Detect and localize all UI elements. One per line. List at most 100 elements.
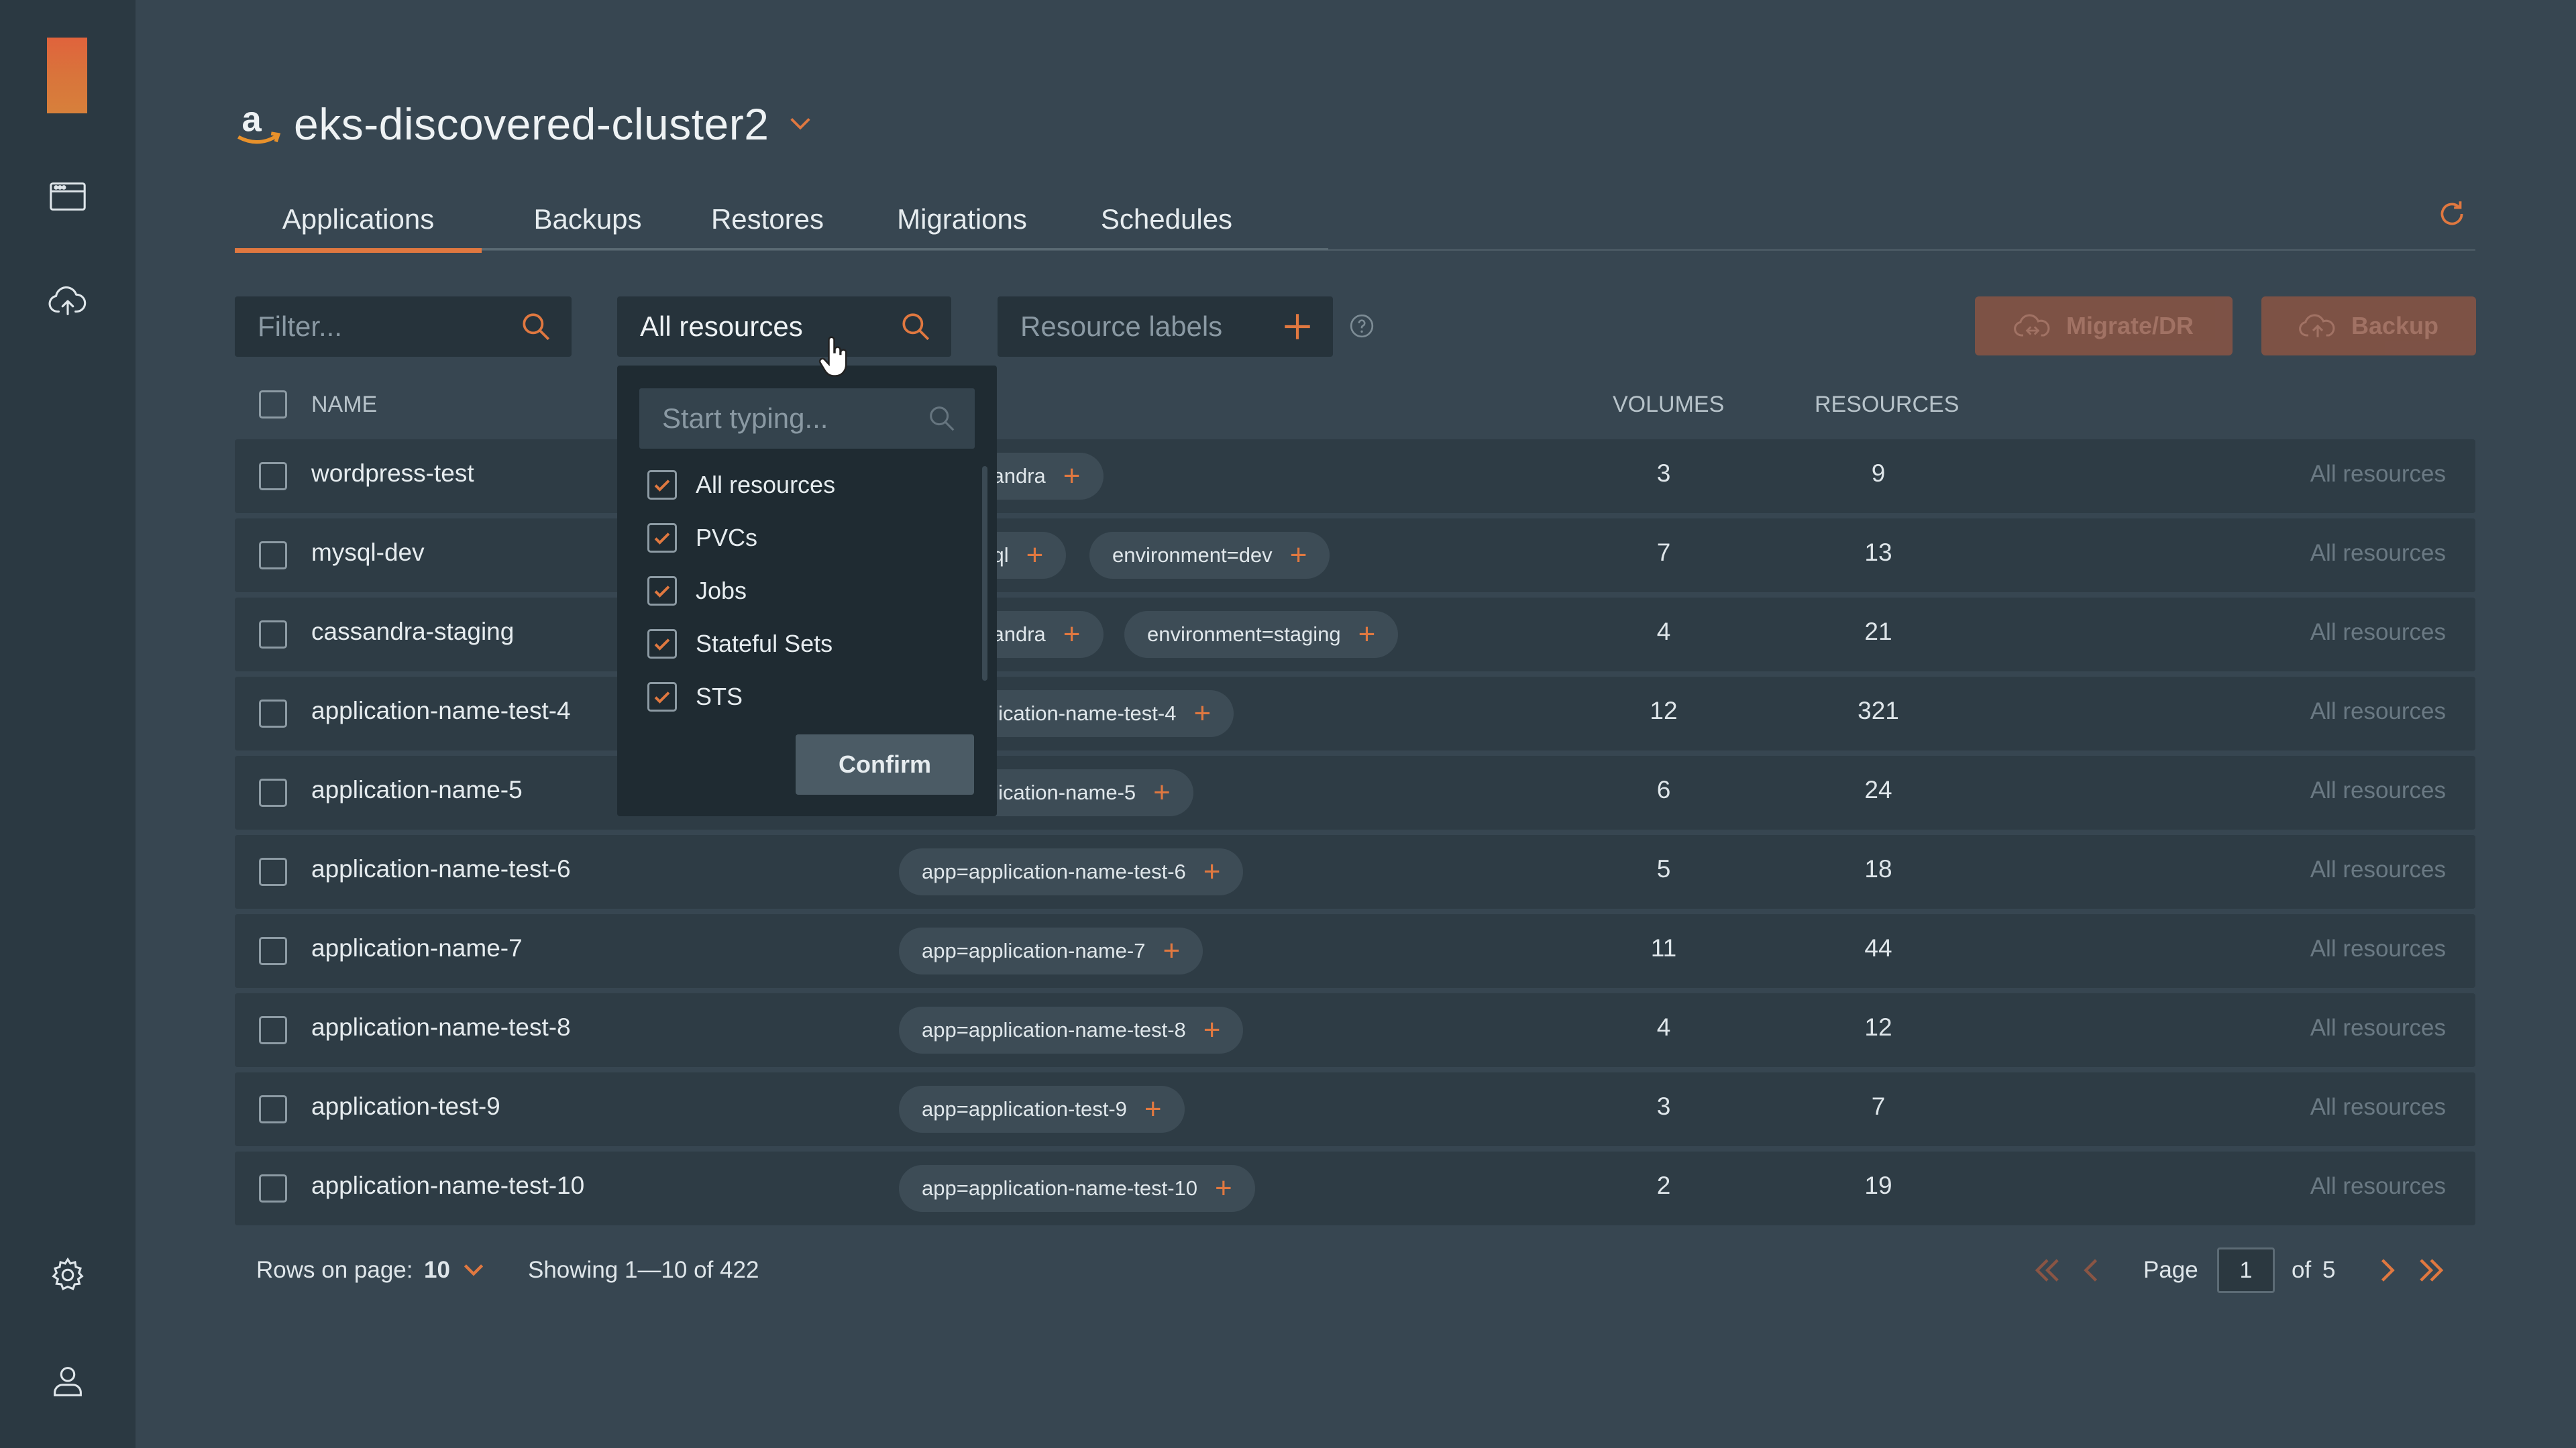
migrate-dr-button[interactable]: Migrate/DR — [1975, 296, 2233, 355]
label-pill[interactable]: app=application-name-test-10 + — [899, 1165, 1255, 1212]
plus-icon[interactable]: + — [1290, 541, 1307, 570]
volumes-count: 5 — [1656, 855, 1671, 883]
option-sts[interactable]: STS — [647, 677, 743, 717]
filter-input[interactable]: Filter... — [235, 296, 572, 357]
option-label: PVCs — [696, 524, 758, 551]
app-name: cassandra-staging — [311, 618, 515, 645]
plus-icon[interactable]: + — [1163, 936, 1180, 966]
label-pill[interactable]: environment=dev + — [1089, 532, 1330, 579]
checkbox-checked[interactable] — [647, 470, 677, 500]
resource-scope: All resources — [2310, 856, 2446, 883]
table-row[interactable]: application-name-7 app=application-name-… — [235, 914, 2475, 988]
label-pill[interactable]: app=application-test-9 + — [899, 1086, 1185, 1133]
total-pages: 5 — [2322, 1257, 2336, 1283]
table-row[interactable]: application-name-test-6 app=application-… — [235, 835, 2475, 909]
last-page-icon[interactable] — [2414, 1253, 2449, 1288]
tab-restores[interactable]: Restores — [694, 188, 841, 251]
previous-page-icon[interactable] — [2074, 1253, 2109, 1288]
tab-backups[interactable]: Backups — [515, 188, 660, 251]
row-checkbox[interactable] — [259, 1174, 287, 1203]
dropdown-scrollbar[interactable] — [982, 466, 987, 681]
label-pill[interactable]: app=application-name-test-6 + — [899, 848, 1244, 895]
app-name: application-test-9 — [311, 1093, 500, 1120]
option-label: Stateful Sets — [696, 630, 833, 657]
resources-count: 321 — [1858, 697, 1899, 724]
app-name: mysql-dev — [311, 539, 425, 566]
table-row[interactable]: cassandra-staging sandra + environment=st… — [235, 598, 2475, 671]
row-checkbox[interactable] — [259, 1095, 287, 1123]
refresh-icon[interactable] — [2435, 197, 2469, 231]
user-icon[interactable] — [44, 1357, 91, 1404]
plus-icon[interactable]: + — [1063, 620, 1081, 649]
resource-scope: All resources — [2310, 1015, 2446, 1041]
backup-button[interactable]: Backup — [2261, 296, 2476, 355]
checkbox-checked[interactable] — [647, 629, 677, 659]
help-icon[interactable] — [1348, 313, 1375, 339]
tab-migrations[interactable]: Migrations — [875, 188, 1049, 251]
next-page-icon[interactable] — [2369, 1253, 2404, 1288]
app-name: application-name-5 — [311, 776, 523, 803]
row-checkbox[interactable] — [259, 700, 287, 728]
option-all-resources[interactable]: All resources — [647, 465, 835, 505]
label-pill[interactable]: plication-name-test-4 + — [959, 690, 1234, 737]
table-row[interactable]: application-test-9 app=application-test-… — [235, 1072, 2475, 1146]
checkbox-checked[interactable] — [647, 523, 677, 553]
table-row[interactable]: wordpress-test sandra + 3 9 All resources — [235, 439, 2475, 513]
plus-icon[interactable]: + — [1193, 699, 1211, 728]
cloud-migrate-icon — [2014, 314, 2050, 337]
plus-icon[interactable]: + — [1203, 857, 1221, 887]
checkbox-checked[interactable] — [647, 576, 677, 606]
resource-select[interactable]: All resources — [617, 296, 951, 357]
label-pill[interactable]: app=application-name-test-8 + — [899, 1007, 1244, 1054]
plus-icon[interactable]: + — [1063, 461, 1081, 491]
chevron-down-icon[interactable] — [788, 111, 813, 137]
resource-scope: All resources — [2310, 698, 2446, 724]
row-checkbox[interactable] — [259, 1016, 287, 1044]
confirm-button[interactable]: Confirm — [796, 734, 974, 795]
gear-icon[interactable] — [44, 1251, 91, 1298]
row-checkbox[interactable] — [259, 779, 287, 807]
table-row[interactable]: application-name-test-8 app=application-… — [235, 993, 2475, 1067]
plus-icon[interactable] — [1281, 310, 1314, 343]
table-row[interactable]: application-name-test-10 app=application… — [235, 1152, 2475, 1225]
tab-applications[interactable]: Applications — [235, 188, 482, 253]
tab-bar: Applications Backups Restores Migrations… — [235, 188, 2475, 253]
cloud-upload-icon[interactable] — [44, 278, 91, 325]
first-page-icon[interactable] — [2030, 1253, 2065, 1288]
column-resources: RESOURCES — [1815, 392, 1960, 417]
checkbox-checked[interactable] — [647, 682, 677, 712]
table-row[interactable]: mysql-dev sql+ environment=dev+ 7 13 All… — [235, 518, 2475, 592]
plus-icon[interactable]: + — [1144, 1095, 1162, 1124]
table-row[interactable]: application-name-5 plication-name-5 + 6 2… — [235, 756, 2475, 830]
column-volumes: VOLUMES — [1613, 392, 1725, 417]
label-pill[interactable]: app=application-name-7 + — [899, 928, 1203, 974]
tab-schedules[interactable]: Schedules — [1083, 188, 1250, 251]
row-checkbox[interactable] — [259, 858, 287, 886]
plus-icon[interactable]: + — [1358, 620, 1376, 649]
row-checkbox[interactable] — [259, 620, 287, 649]
chevron-down-icon[interactable] — [462, 1258, 486, 1282]
option-pvcs[interactable]: PVCs — [647, 518, 757, 558]
dropdown-search-input[interactable]: Start typing... — [639, 388, 975, 449]
resource-labels-input[interactable]: Resource labels — [998, 296, 1333, 357]
plus-icon[interactable]: + — [1215, 1174, 1232, 1203]
table-row[interactable]: application-name-test-4 plication-name-t… — [235, 677, 2475, 750]
rows-on-page-value[interactable]: 10 — [424, 1257, 450, 1284]
app-name: application-name-test-4 — [311, 697, 571, 724]
row-checkbox[interactable] — [259, 937, 287, 965]
row-checkbox[interactable] — [259, 541, 287, 569]
plus-icon[interactable]: + — [1203, 1015, 1221, 1045]
row-checkbox[interactable] — [259, 462, 287, 490]
page-input[interactable]: 1 — [2217, 1247, 2275, 1293]
brand-logo[interactable] — [47, 38, 87, 113]
plus-icon[interactable]: + — [1026, 541, 1044, 570]
label-text: app=application-test-9 — [922, 1097, 1127, 1121]
browser-window-icon[interactable] — [44, 173, 91, 220]
option-label: All resources — [696, 471, 836, 498]
label-pill[interactable]: environment=staging + — [1124, 611, 1399, 658]
plus-icon[interactable]: + — [1153, 778, 1171, 807]
option-jobs[interactable]: Jobs — [647, 571, 747, 611]
option-stateful-sets[interactable]: Stateful Sets — [647, 624, 833, 664]
volumes-count: 11 — [1650, 934, 1677, 962]
select-all-checkbox[interactable] — [259, 390, 287, 419]
